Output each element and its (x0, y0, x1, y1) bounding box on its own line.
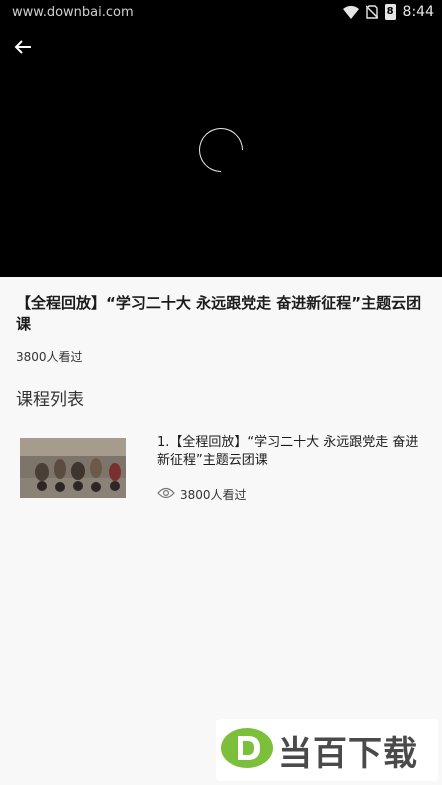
status-icons: 8 8:44 (342, 4, 434, 20)
watermark-logo: 当百下载 (216, 719, 438, 781)
course-view-count: 3800人看过 (16, 350, 83, 364)
list-item-title: 1.【全程回放】“学习二十大 永远跟党走 奋进新征程”主题云团课 (157, 435, 419, 468)
battery-icon: 8 (384, 4, 396, 20)
no-sim-icon (365, 5, 378, 19)
watermark-d-icon (220, 726, 274, 774)
course-list-heading: 课程列表 (16, 390, 84, 410)
arrow-left-icon (14, 39, 32, 59)
list-item[interactable]: 1.【全程回放】“学习二十大 永远跟党走 奋进新征程”主题云团课 3800人看过 (20, 434, 425, 504)
status-bar: www.downbai.com 8 8:44 (0, 0, 442, 24)
watermark-text: 当百下载 (278, 733, 418, 774)
status-time: 8:44 (402, 4, 434, 20)
back-button[interactable] (10, 36, 36, 62)
list-item-views: 3800人看过 (157, 486, 247, 503)
eye-icon (157, 487, 175, 502)
status-url: www.downbai.com (12, 4, 134, 20)
list-item-view-count: 3800人看过 (180, 488, 247, 502)
video-thumbnail (20, 438, 126, 498)
course-title: 【全程回放】“学习二十大 永远跟党走 奋进新征程”主题云团课 (16, 294, 422, 333)
wifi-icon (342, 5, 359, 19)
video-player[interactable] (0, 24, 442, 277)
spinner-icon (189, 118, 253, 182)
